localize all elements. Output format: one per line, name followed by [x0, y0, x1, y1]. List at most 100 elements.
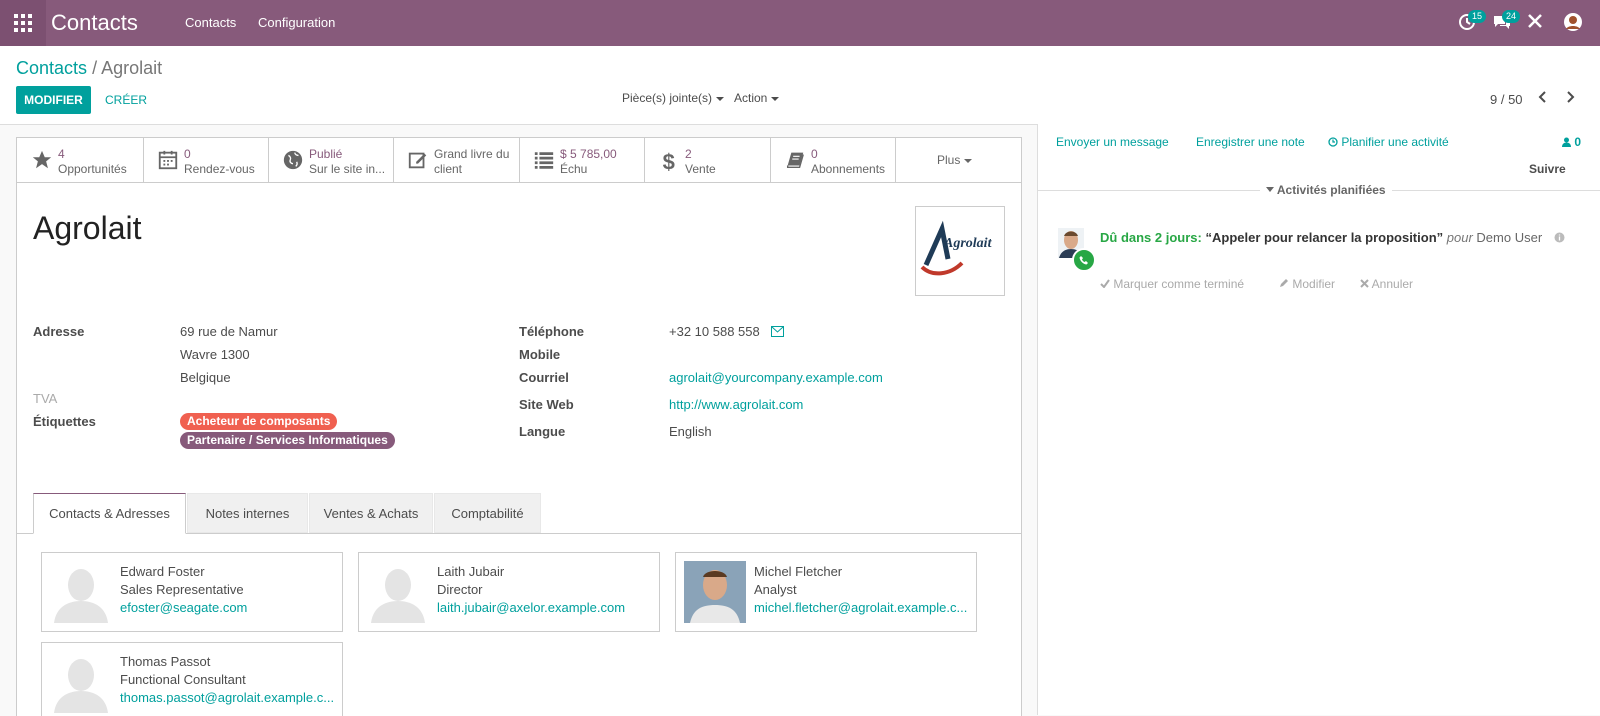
followers-count: 0 [1574, 135, 1582, 149]
due-amount-label: Échu [560, 162, 588, 176]
phone-icon [1079, 256, 1088, 265]
subscriptions-button[interactable]: 0 Abonnements [770, 138, 896, 182]
email-link[interactable]: agrolait@yourcompany.example.com [669, 370, 883, 385]
partner-logo[interactable]: Agrolait [915, 206, 1005, 296]
ledger-label-line2: client [434, 162, 463, 176]
send-message-button[interactable]: Envoyer un message [1056, 135, 1169, 149]
caret-down-icon [964, 158, 973, 163]
smart-button-box: 4 Opportunités 0 Rendez-vous Publié Sur … [17, 138, 1021, 183]
cancel-activity-button[interactable]: Annuler [1360, 277, 1413, 291]
action-label: Action [734, 91, 768, 105]
language-value: English [669, 424, 712, 439]
activity-due: Dû dans 2 jours: [1100, 230, 1202, 245]
contact-card[interactable]: Michel Fletcher Analyst michel.fletcher@… [675, 552, 977, 632]
ledger-label-line1: Grand livre du [434, 147, 510, 161]
tab-contacts-addresses[interactable]: Contacts & Adresses [33, 493, 186, 534]
schedule-activity-button[interactable]: Planifier une activité [1328, 135, 1449, 149]
mark-done-button[interactable]: Marquer comme terminé [1100, 277, 1244, 291]
followers-button[interactable]: 0 [1562, 135, 1581, 149]
sales-count: 2 [685, 147, 692, 161]
planned-activities-toggle[interactable]: Activités planifiées [1260, 183, 1392, 197]
tab-accounting[interactable]: Comptabilité [434, 493, 541, 533]
create-button[interactable]: CRÉER [105, 93, 147, 107]
website-published-button[interactable]: Publié Sur le site in... [268, 138, 394, 182]
contact-name: Michel Fletcher [754, 564, 843, 579]
menu-contacts[interactable]: Contacts [185, 15, 236, 30]
debug-tools-button[interactable] [1527, 13, 1547, 33]
sales-button[interactable]: $ 2 Vente [644, 138, 771, 182]
calendar-icon [158, 150, 178, 170]
breadcrumb-separator: / [92, 58, 98, 78]
edit-activity-label: Modifier [1292, 277, 1336, 291]
contact-name: Edward Foster [120, 564, 205, 579]
clock-icon [1328, 137, 1338, 147]
more-label: Plus [937, 153, 961, 167]
breadcrumb: Contacts / Agrolait [16, 58, 162, 79]
partner-name: Agrolait [33, 210, 142, 246]
customer-ledger-button[interactable]: Grand livre du client [393, 138, 520, 182]
tag-component-buyer[interactable]: Acheteur de composants [180, 413, 338, 430]
notebook-tabs: Contacts & Adresses Notes internes Vente… [17, 493, 1021, 534]
mark-done-label: Marquer comme terminé [1113, 277, 1245, 291]
placeholder-avatar-icon [54, 659, 108, 713]
pager-next-button[interactable] [1563, 90, 1579, 106]
planned-activities-title: Activités planifiées [1276, 183, 1386, 197]
action-dropdown[interactable]: Action [734, 91, 780, 105]
envelope-icon[interactable] [771, 326, 784, 337]
vat-label: TVA [33, 391, 58, 406]
activity-systray[interactable]: 15 [1458, 10, 1487, 33]
due-amount-button[interactable]: $ 5 785,00 Échu [519, 138, 645, 182]
user-avatar[interactable] [1563, 12, 1583, 32]
opportunities-button[interactable]: 4 Opportunités [17, 138, 144, 182]
chevron-left-icon [1538, 91, 1546, 103]
apps-menu-button[interactable] [0, 0, 46, 46]
menu-configuration[interactable]: Configuration [258, 15, 335, 30]
website-link[interactable]: http://www.agrolait.com [669, 397, 803, 412]
list-icon [534, 152, 554, 169]
phone-activity-badge [1072, 248, 1096, 272]
tag-it-services-partner[interactable]: Partenaire / Services Informatiques [180, 432, 395, 449]
contact-email[interactable]: efoster@seagate.com [120, 600, 335, 615]
due-amount-value: $ 5 785,00 [560, 147, 617, 161]
opportunities-count: 4 [58, 147, 65, 161]
tab-sales-purchases[interactable]: Ventes & Achats [309, 493, 433, 533]
caret-down-icon [1266, 187, 1274, 192]
ledger-label: Grand livre du client [434, 147, 509, 177]
tools-icon [1528, 14, 1542, 28]
contact-card[interactable]: Edward Foster Sales Representative efost… [41, 552, 343, 632]
contact-email[interactable]: michel.fletcher@agrolait.example.c... [754, 600, 969, 615]
breadcrumb-contacts[interactable]: Contacts [16, 58, 87, 78]
messaging-systray[interactable]: 24 [1492, 10, 1521, 33]
meetings-count: 0 [184, 147, 191, 161]
email-label: Courriel [519, 370, 569, 385]
app-title: Contacts [51, 10, 138, 35]
info-circle-icon[interactable] [1554, 232, 1565, 243]
agrolait-logo-image: Agrolait [920, 220, 993, 276]
contact-photo [684, 561, 746, 623]
meetings-button[interactable]: 0 Rendez-vous [143, 138, 269, 182]
edit-button[interactable]: MODIFIER [16, 86, 91, 114]
globe-icon [283, 150, 303, 170]
contact-card[interactable]: Thomas Passot Functional Consultant thom… [41, 642, 343, 716]
log-note-button[interactable]: Enregistrer une note [1196, 135, 1305, 149]
star-icon [32, 150, 52, 169]
phone-value[interactable]: +32 10 588 558 [669, 324, 760, 339]
language-label: Langue [519, 424, 566, 439]
activity-item: Dû dans 2 jours: “Appeler pour relancer … [1100, 230, 1565, 245]
contact-card[interactable]: Laith Jubair Director laith.jubair@axelo… [358, 552, 660, 632]
tab-internal-notes[interactable]: Notes internes [187, 493, 308, 533]
more-button[interactable]: Plus [895, 138, 1021, 182]
website-label: Site Web [519, 397, 574, 412]
follow-button[interactable]: Suivre [1529, 162, 1566, 176]
street-value: 69 rue de Namur [180, 324, 278, 339]
logo-text: Agrolait [943, 236, 993, 251]
contact-email[interactable]: laith.jubair@axelor.example.com [437, 600, 652, 615]
attachments-dropdown[interactable]: Pièce(s) jointe(s) [622, 91, 725, 105]
pager-previous-button[interactable] [1536, 90, 1552, 106]
edit-activity-button[interactable]: Modifier [1279, 277, 1335, 291]
dollar-icon: $ [663, 149, 675, 173]
contact-email[interactable]: thomas.passot@agrolait.example.c... [120, 690, 335, 705]
subscriptions-label: Abonnements [811, 162, 886, 176]
book-icon [786, 152, 804, 169]
pager-value[interactable]: 9 / 50 [1490, 92, 1523, 107]
